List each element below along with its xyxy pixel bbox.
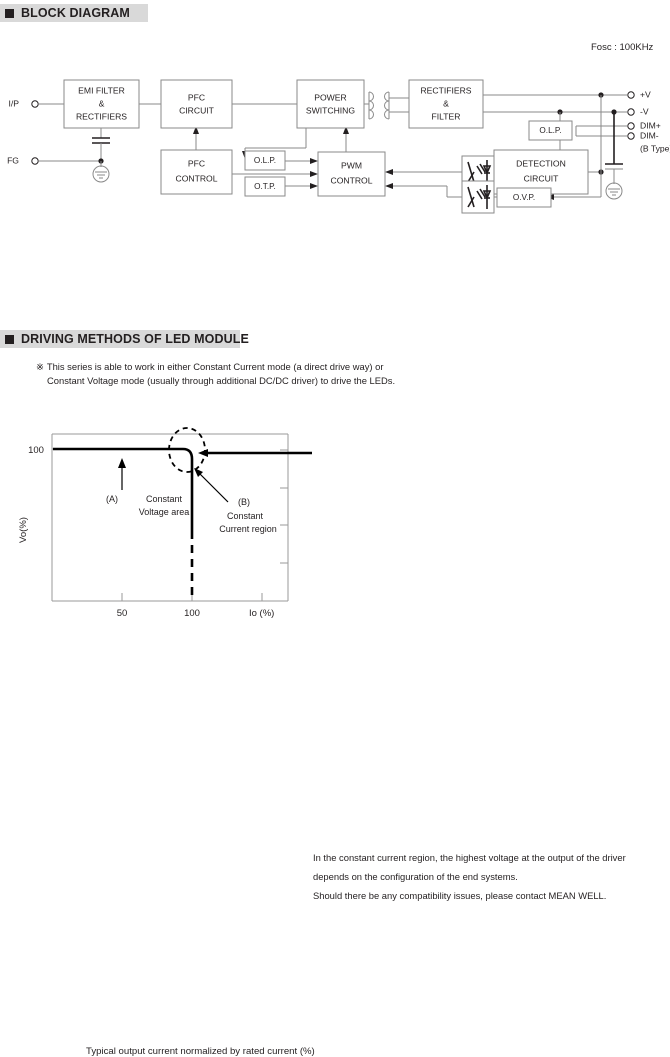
chart-xlabel: Io (%) — [249, 608, 274, 619]
chart-annotation-b-line2: Current region — [219, 524, 277, 534]
block-pfc-circuit-line-2: CIRCUIT — [179, 105, 215, 115]
fosc-label: Fosc : 100KHz — [591, 42, 654, 53]
terminal-label-minusv: -V — [640, 106, 649, 116]
chart-annotation-b-prefix: (B) — [238, 497, 250, 507]
terminal-label-plusv: +V — [640, 89, 651, 99]
block-detection-line-1: DETECTION — [516, 158, 566, 168]
section-header-block-diagram: BLOCK DIAGRAM — [0, 4, 148, 22]
block-power-switching-line-2: SWITCHING — [306, 105, 355, 115]
terminal-label-fg: FG — [7, 155, 19, 165]
chart-annotation-a-line1: Constant — [146, 494, 183, 504]
chart-side-line-2: depends on the configuration of the end … — [313, 871, 518, 882]
block-pfc-control-line-2: CONTROL — [175, 173, 217, 183]
note-line-2: Constant Voltage mode (usually through a… — [47, 374, 396, 386]
block-pfc-circuit-line-1: PFC — [188, 92, 205, 102]
chart-side-line-1: In the constant current region, the high… — [313, 852, 626, 863]
terminal-node-fg — [31, 157, 39, 165]
block-diagram-figure: I/P FG +V -V DIM+ DIM- (B Type) EMI FILT… — [7, 79, 670, 214]
block-detection-line-2: CIRCUIT — [524, 173, 560, 183]
terminal-label-ip: I/P — [8, 98, 19, 108]
chart-side-line-3: Should there be any compatibility issues… — [313, 890, 607, 901]
chart-annotation-b-arrow — [198, 472, 229, 503]
block-power-switching — [296, 79, 365, 129]
chart-annotation-b-line1: Constant — [227, 511, 264, 521]
chart-annotation-a-line2: Voltage area — [139, 507, 190, 517]
terminal-node-dimplus — [627, 122, 635, 130]
section-title-block-diagram: BLOCK DIAGRAM — [21, 6, 130, 20]
section-bullet-icon — [5, 8, 14, 18]
chart-ylabel: Vo(%) — [18, 517, 29, 543]
chart-svg: 100 50 100 Io (%) Vo(%) (A) Constant Vol… — [18, 427, 312, 619]
led-driving-chart: 100 50 100 Io (%) Vo(%) (A) Constant Vol… — [0, 420, 670, 1057]
block-ovp-label: O.V.P. — [513, 193, 535, 202]
chart-caption: Typical output current normalized by rat… — [86, 1046, 315, 1057]
block-pfc-control — [160, 149, 233, 195]
block-emi-line-1: EMI FILTER — [78, 85, 125, 95]
chart-ytick-100: 100 — [28, 445, 44, 456]
terminal-label-dimplus: DIM+ — [640, 120, 661, 130]
block-pwm-control-line-1: PWM — [341, 160, 362, 170]
chart-xtick-100: 100 — [184, 608, 200, 619]
block-pwm-control-line-2: CONTROL — [330, 175, 372, 185]
terminal-node-ip — [31, 100, 39, 108]
block-emi-line-2: & — [99, 98, 105, 108]
terminal-node-minusv — [627, 108, 635, 116]
block-olp-right-label: O.L.P. — [539, 126, 561, 135]
block-rect-filter-line-3: FILTER — [432, 111, 461, 121]
terminal-note-btype: (B Type) — [640, 143, 670, 153]
block-rect-filter-line-2: & — [443, 98, 449, 108]
block-emi-line-3: RECTIFIERS — [76, 111, 127, 121]
block-pwm-control — [317, 151, 386, 197]
section-header-driving-methods: DRIVING METHODS OF LED MODULE — [0, 330, 249, 348]
terminal-node-plusv — [627, 91, 635, 99]
block-rect-filter-line-1: RECTIFIERS — [420, 85, 471, 95]
driving-methods-note: ※ This series is able to work in either C… — [36, 360, 516, 387]
chart-side-explanation: In the constant current region, the high… — [313, 848, 663, 905]
terminal-node-dimminus — [627, 132, 635, 140]
block-otp-label: O.T.P. — [254, 182, 276, 191]
chart-annotation-a-prefix: (A) — [106, 494, 118, 504]
terminal-label-dimminus: DIM- — [640, 130, 659, 140]
block-pfc-control-line-1: PFC — [188, 158, 205, 168]
section-title-driving-methods: DRIVING METHODS OF LED MODULE — [21, 332, 249, 346]
chart-xtick-50: 50 — [117, 608, 128, 619]
note-mark-icon: ※ — [36, 361, 44, 372]
block-detection-circuit — [493, 149, 589, 195]
block-pfc-circuit — [160, 79, 233, 129]
block-power-switching-line-1: POWER — [314, 92, 346, 102]
block-olp-left-label: O.L.P. — [254, 156, 276, 165]
note-line-1: This series is able to work in either Co… — [46, 361, 384, 372]
section-bullet-icon — [5, 334, 14, 344]
